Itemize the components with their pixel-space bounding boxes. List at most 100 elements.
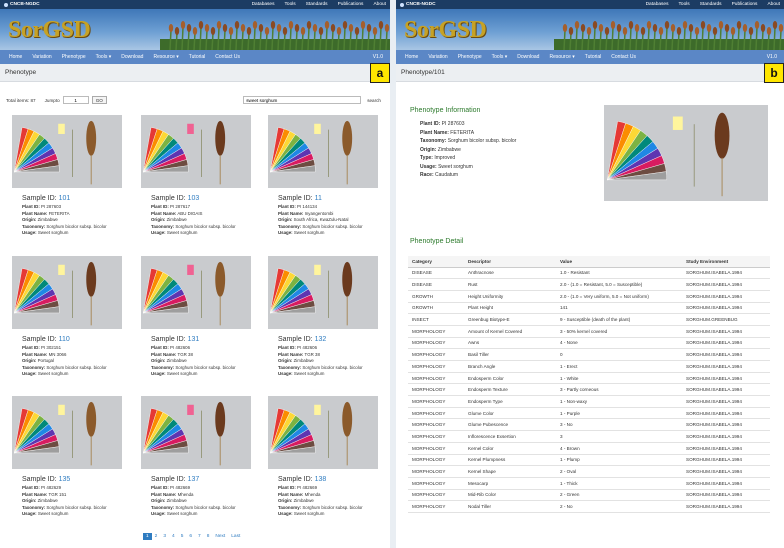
page-next[interactable]: Next [212, 533, 228, 540]
page-1[interactable]: 1 [143, 533, 152, 540]
sample-id-link[interactable]: 138 [315, 476, 327, 483]
sample-card[interactable]: Sample ID: 137 Plant ID: PI 482669 Plant N… [141, 396, 251, 527]
top-link[interactable]: Standards [306, 2, 328, 7]
table-cell: 2 - Green [556, 489, 682, 502]
top-link[interactable]: Tools [285, 2, 296, 7]
page-5[interactable]: 5 [178, 533, 187, 540]
sample-card[interactable]: Sample ID: 11 Plant ID: PI 144134 Plant Na… [268, 115, 378, 246]
sample-photo[interactable] [12, 256, 122, 329]
page-8[interactable]: 8 [204, 533, 213, 540]
sample-id[interactable]: Sample ID: 131 [151, 336, 251, 343]
top-link[interactable]: Publications [732, 2, 758, 7]
jump-input[interactable] [62, 96, 89, 104]
table-cell: Nodal Tiller [464, 500, 556, 513]
sample-id[interactable]: Sample ID: 101 [22, 195, 122, 202]
nav-phenotype[interactable]: Phenotype [458, 54, 482, 60]
page-6[interactable]: 6 [186, 533, 195, 540]
table-row: MORPHOLOGY Mid-Rib Color 2 - Green SORGHUM.… [408, 489, 770, 502]
table-cell: SORGHUM.ISABELA.1994 [682, 418, 770, 432]
sample-id[interactable]: Sample ID: 138 [278, 476, 378, 483]
sample-photo-image [141, 115, 251, 188]
sample-photo[interactable] [268, 115, 378, 188]
nav-contact[interactable]: Contact Us [215, 54, 240, 60]
sample-photo[interactable] [12, 396, 122, 469]
sample-photo[interactable] [268, 396, 378, 469]
table-cell: MORPHOLOGY [408, 407, 464, 420]
sample-id-link[interactable]: 11 [315, 195, 322, 202]
top-link[interactable]: Publications [338, 2, 364, 7]
sample-id-link[interactable]: 135 [59, 476, 71, 483]
sample-id[interactable]: Sample ID: 110 [22, 336, 122, 343]
sample-photo[interactable] [12, 115, 122, 188]
top-link[interactable]: Databases [252, 2, 275, 7]
table-cell: Endosperm Texture [464, 383, 556, 397]
sample-card[interactable]: Sample ID: 103 Plant ID: PI 287617 Plant N… [141, 115, 251, 246]
nav-tutorial[interactable]: Tutorial [189, 54, 206, 60]
nav-variation[interactable]: Variation [32, 54, 51, 60]
sample-id[interactable]: Sample ID: 135 [22, 476, 122, 483]
sample-id[interactable]: Sample ID: 103 [151, 195, 251, 202]
sample-photo[interactable] [141, 115, 251, 188]
nav-contact[interactable]: Contact Us [611, 54, 636, 60]
nav-resource[interactable]: Resource ▾ [549, 54, 574, 60]
sample-id[interactable]: Sample ID: 132 [278, 336, 378, 343]
top-link[interactable]: Tools [679, 2, 690, 7]
sample-id-link[interactable]: 131 [188, 336, 200, 343]
nav-tools[interactable]: Tools ▾ [492, 54, 508, 60]
sample-photo-image [12, 115, 122, 188]
nav-phenotype[interactable]: Phenotype [62, 54, 86, 60]
sample-photo[interactable] [141, 256, 251, 329]
field-usage: Usage: Sweet sorghum [151, 230, 198, 235]
sample-card[interactable]: Sample ID: 131 Plant ID: PI 482606 Plant N… [141, 256, 251, 387]
search-input[interactable] [243, 96, 362, 104]
nav-home[interactable]: Home [405, 54, 418, 60]
nav-download[interactable]: Download [517, 54, 539, 60]
sample-id-link[interactable]: 137 [188, 476, 200, 483]
nav-home[interactable]: Home [9, 54, 22, 60]
sample-id[interactable]: Sample ID: 11 [278, 195, 378, 202]
sample-card[interactable]: Sample ID: 101 Plant ID: PI 287603 Plant N… [12, 115, 122, 246]
nav-tutorial[interactable]: Tutorial [585, 54, 602, 60]
top-link[interactable]: Standards [700, 2, 722, 7]
table-cell: 3 - 50% kernel covered [556, 325, 682, 338]
search-button[interactable]: search [364, 96, 384, 104]
go-button[interactable]: GO [91, 96, 107, 104]
page-7[interactable]: 7 [195, 533, 204, 540]
site-logo[interactable]: SorGSD [404, 17, 487, 44]
top-link[interactable]: Databases [646, 2, 669, 7]
site-logo[interactable]: SorGSD [8, 17, 91, 44]
sample-card[interactable]: Sample ID: 110 Plant ID: PI 302151 Plant N… [12, 256, 122, 387]
sample-photo[interactable] [268, 256, 378, 329]
table-cell: SORGHUM.ISABELA.1994 [682, 383, 770, 397]
page-2[interactable]: 2 [152, 533, 161, 540]
brand[interactable]: CNCB-NGDC [400, 2, 436, 7]
page-3[interactable]: 3 [160, 533, 169, 540]
nav-variation[interactable]: Variation [428, 54, 447, 60]
table-cell: SORGHUM.ISABELA.1994 [682, 395, 770, 408]
nav-download[interactable]: Download [121, 54, 143, 60]
sample-id[interactable]: Sample ID: 137 [151, 476, 251, 483]
page-last[interactable]: Last [228, 533, 243, 540]
sample-card[interactable]: Sample ID: 138 Plant ID: PI 482669 Plant N… [268, 396, 378, 527]
nav-tools[interactable]: Tools ▾ [96, 54, 112, 60]
brand[interactable]: CNCB-NGDC [4, 2, 40, 7]
table-cell: Kernel Plumpness [464, 454, 556, 467]
sample-photo[interactable] [141, 396, 251, 469]
table-cell: 2 - No [556, 500, 682, 513]
sample-id-link[interactable]: 132 [315, 336, 327, 343]
sample-id-link[interactable]: 110 [59, 336, 70, 343]
info-row: Usage: Sweet sorghum [420, 163, 473, 170]
sample-card[interactable]: Sample ID: 132 Plant ID: PI 482606 Plant N… [268, 256, 378, 387]
table-cell: SORGHUM.GREENBUG [682, 313, 770, 326]
top-link[interactable]: About [767, 2, 780, 7]
nav-resource[interactable]: Resource ▾ [153, 54, 178, 60]
table-cell: 1 - Purple [556, 407, 682, 420]
pagination: 1 2 3 4 5 6 7 8 Next Last [143, 533, 243, 540]
table-row: MORPHOLOGY Glume Pubescence 3 - No SORGHUM.… [408, 418, 770, 432]
sample-card[interactable]: Sample ID: 135 Plant ID: PI 482629 Plant N… [12, 396, 122, 527]
top-link[interactable]: About [373, 2, 386, 7]
table-cell: 1 - Thick [556, 477, 682, 490]
sample-id-link[interactable]: 103 [188, 195, 200, 202]
sample-id-link[interactable]: 101 [59, 195, 71, 202]
page-4[interactable]: 4 [169, 533, 178, 540]
